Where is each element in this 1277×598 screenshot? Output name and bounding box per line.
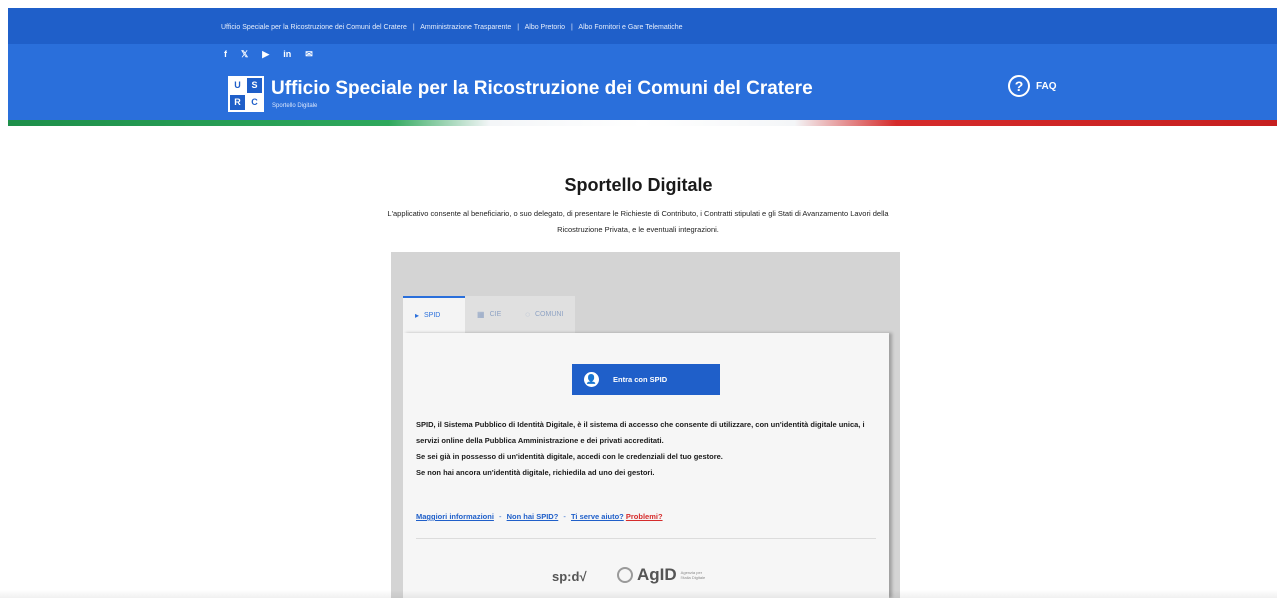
agid-logo: AgID Agenzia per l'Italia Digitale <box>617 565 709 585</box>
agid-wordmark: AgID <box>637 565 677 584</box>
link-separator: - <box>563 512 566 521</box>
help-link[interactable]: Ti serve aiuto? <box>571 512 624 521</box>
no-spid-link[interactable]: Non hai SPID? <box>507 512 559 521</box>
top-link-separator: | <box>517 24 520 31</box>
slim-header: Ufficio Speciale per la Ricostruzione de… <box>8 8 1277 44</box>
login-tabs: ▸ SPID ▦ CIE ◌ COMUNI <box>403 296 576 333</box>
top-link-amministrazione-trasparente[interactable]: Amministrazione Trasparente <box>420 24 511 31</box>
email-icon[interactable]: ✉ <box>305 48 313 60</box>
logo-letter: C <box>251 97 258 107</box>
cie-card-icon: ▦ <box>477 310 485 319</box>
top-links: Ufficio Speciale per la Ricostruzione de… <box>221 24 687 31</box>
top-link-separator: | <box>412 24 415 31</box>
more-info-link[interactable]: Maggiori informazioni <box>416 512 494 521</box>
comuni-icon: ◌ <box>525 310 530 319</box>
tab-cie[interactable]: ▦ CIE <box>465 296 514 333</box>
spid-tab-icon: ▸ <box>415 311 420 320</box>
user-icon: 👤 <box>584 372 599 387</box>
facebook-icon[interactable]: f <box>224 48 227 60</box>
linkedin-icon[interactable]: in <box>283 48 291 60</box>
top-link-separator: | <box>571 24 573 31</box>
spid-description-line: Se sei già in possesso di un'identità di… <box>416 452 723 461</box>
spid-description: SPID, il Sistema Pubblico di Identità Di… <box>416 417 878 481</box>
youtube-icon[interactable]: ▶ <box>262 48 269 60</box>
social-links: f 𝕏 ▶ in ✉ <box>224 48 313 60</box>
tab-spid[interactable]: ▸ SPID <box>403 296 465 333</box>
link-separator: - <box>499 512 502 521</box>
x-icon[interactable]: 𝕏 <box>241 48 248 60</box>
logo-letter: R <box>230 95 245 110</box>
site-header: Ufficio Speciale per la Ricostruzione de… <box>8 8 1277 126</box>
spid-description-line: Se non hai ancora un'identità digitale, … <box>416 468 655 477</box>
top-link-usrc[interactable]: Ufficio Speciale per la Ricostruzione de… <box>221 24 407 31</box>
top-link-albo-pretorio[interactable]: Albo Pretorio <box>525 24 565 31</box>
page-intro: L'applicativo consente al beneficiario, … <box>387 209 889 234</box>
spid-button-label: Entra con SPID <box>613 375 668 384</box>
brand-title[interactable]: Ufficio Speciale per la Ricostruzione de… <box>271 78 813 100</box>
problems-link[interactable]: Problemi? <box>626 512 663 521</box>
spid-login-button[interactable]: 👤 Entra con SPID <box>572 364 720 395</box>
logo-letter: U <box>234 80 241 90</box>
faq-link[interactable]: ? FAQ <box>1008 75 1057 97</box>
tab-comuni[interactable]: ◌ COMUNI <box>513 296 576 333</box>
brand-subtitle: Sportello Digitale <box>272 103 318 109</box>
usrc-logo[interactable]: U S R C <box>228 76 264 112</box>
faq-label: FAQ <box>1036 80 1057 92</box>
spid-logo: sp:d√ <box>552 569 587 584</box>
tab-label: SPID <box>424 312 441 319</box>
tricolor-stripe <box>8 120 1277 126</box>
spid-description-line: SPID, il Sistema Pubblico di Identità Di… <box>416 420 865 445</box>
divider <box>416 538 876 539</box>
question-icon: ? <box>1008 75 1030 97</box>
help-links: Maggiori informazioni - Non hai SPID? - … <box>416 512 663 521</box>
tab-label: CIE <box>489 311 502 318</box>
top-link-albo-fornitori[interactable]: Albo Fornitori e Gare Telematiche <box>578 24 682 31</box>
bottom-shadow <box>0 590 1277 598</box>
agid-ring-icon <box>617 567 633 583</box>
logo-letter: S <box>247 78 262 93</box>
agid-tagline: Agenzia per l'Italia Digitale <box>680 570 706 580</box>
page-title: Sportello Digitale <box>564 175 713 195</box>
tab-label: COMUNI <box>535 311 564 318</box>
